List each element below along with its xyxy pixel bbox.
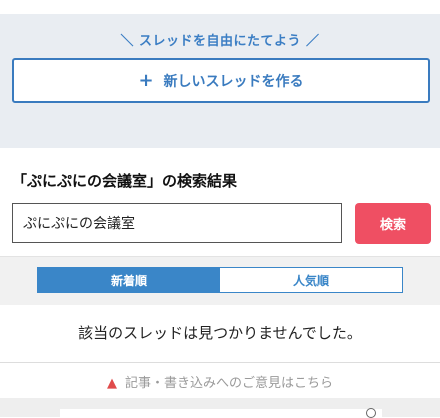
bottom-card — [60, 409, 382, 417]
top-strip — [0, 0, 440, 14]
divider — [0, 362, 440, 363]
sort-tabs: 新着順 人気順 — [37, 267, 403, 293]
tab-newest[interactable]: 新着順 — [38, 268, 220, 292]
search-input[interactable] — [12, 203, 342, 243]
new-thread-label: 新しいスレッドを作る — [163, 73, 304, 90]
feedback-link[interactable]: ▲ 記事・書き込みへのご意見はこちら — [0, 372, 440, 391]
new-thread-button[interactable]: + 新しいスレッドを作る — [12, 58, 430, 103]
search-results-title: 「ぷにぷにの会議室」の検索結果 — [12, 172, 238, 190]
create-thread-tagline: ＼ スレッドを自由にたてよう ／ — [120, 34, 320, 49]
tab-popular[interactable]: 人気順 — [220, 268, 402, 292]
plus-icon: + — [138, 69, 154, 91]
warning-icon: ▲ — [106, 376, 117, 391]
empty-results-message: 該当のスレッドは見つかりませんでした。 — [78, 324, 362, 342]
search-button[interactable]: 検索 — [355, 203, 431, 244]
feedback-label: 記事・書き込みへのご意見はこちら — [124, 376, 333, 391]
